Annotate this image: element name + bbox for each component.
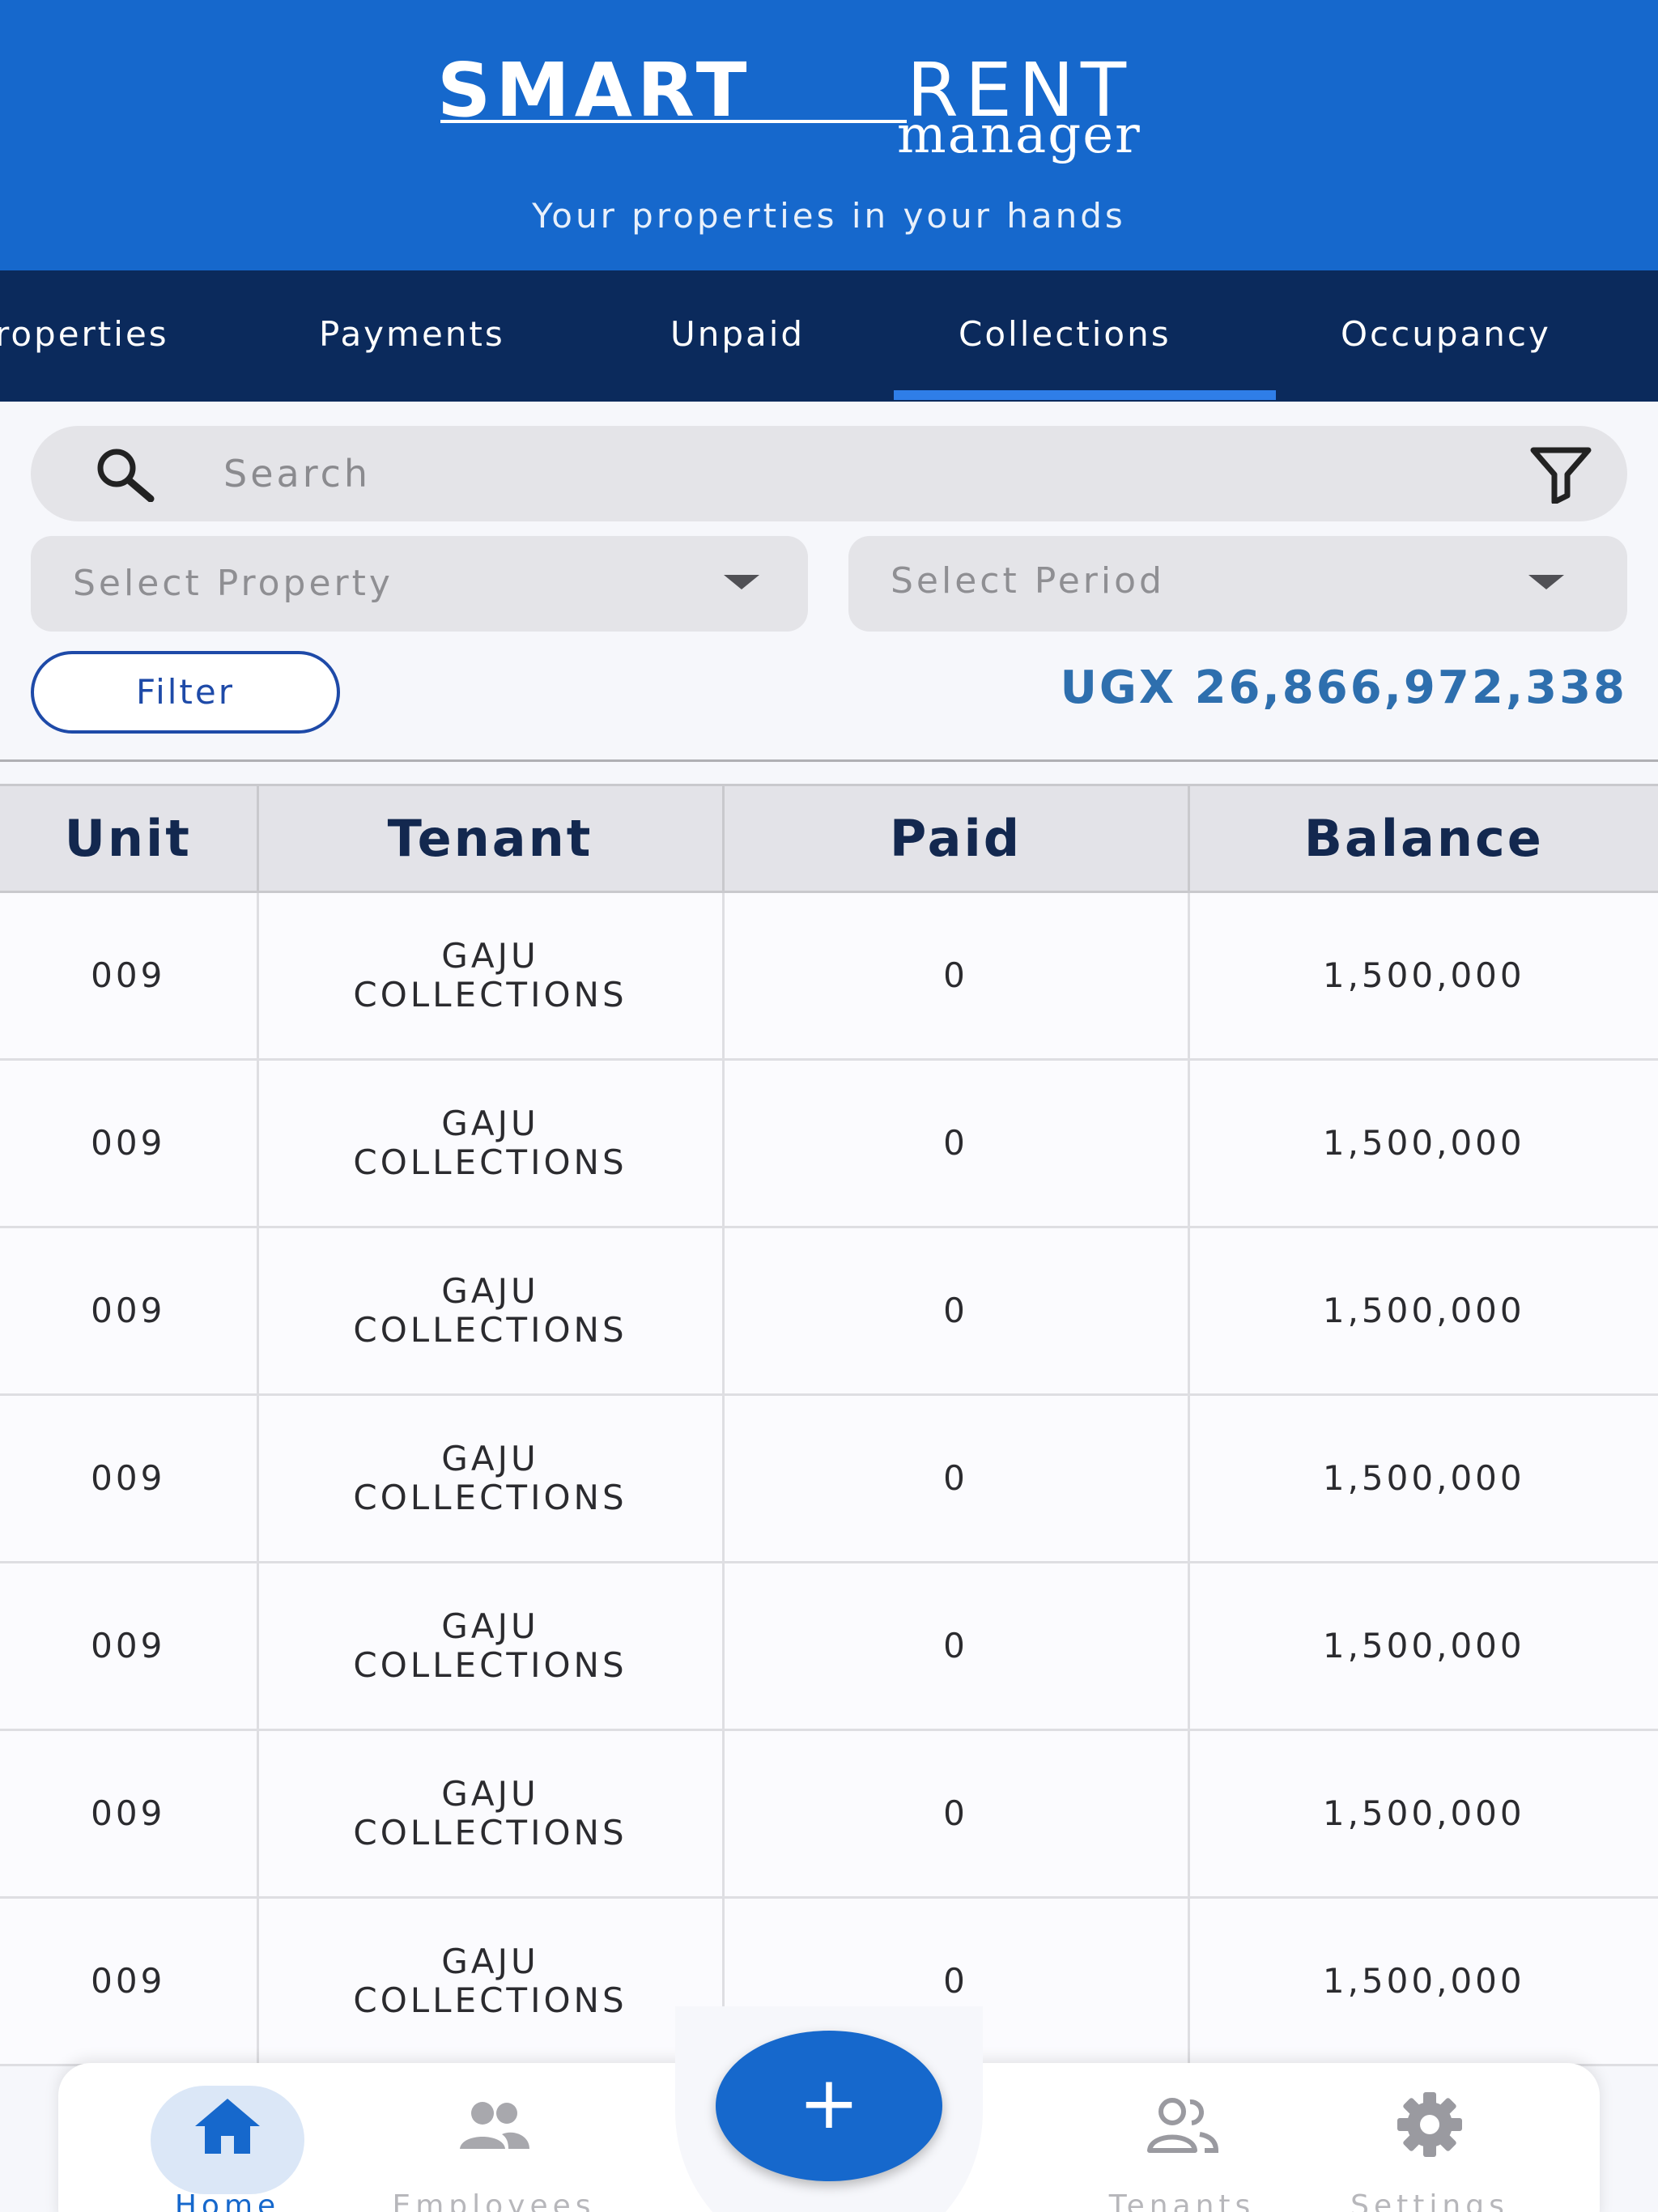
add-button[interactable]: +	[716, 2031, 942, 2181]
table-row[interactable]: 009 GAJU COLLECTIONS 0 1,500,000	[0, 1393, 1658, 1563]
chevron-down-icon	[724, 575, 759, 589]
tab-unpaid[interactable]: Unpaid	[670, 270, 805, 402]
section-divider	[0, 759, 1658, 762]
unit-cell: 009	[0, 1896, 259, 2066]
table-row[interactable]: 009 GAJU COLLECTIONS 0 1,500,000	[0, 1729, 1658, 1899]
logo-underline	[440, 120, 907, 123]
balance-cell: 1,500,000	[1187, 1058, 1658, 1228]
tenant-name-line2: COLLECTIONS	[353, 975, 627, 1015]
nav-home-label: Home	[174, 2189, 281, 2212]
tenant-name-line2: COLLECTIONS	[353, 1142, 627, 1182]
paid-cell: 0	[721, 1729, 1190, 1899]
tenants-icon	[1147, 2098, 1219, 2153]
balance-cell: 1,500,000	[1187, 1561, 1658, 1731]
gear-icon	[1397, 2092, 1462, 2157]
balance-cell: 1,500,000	[1187, 891, 1658, 1061]
nav-home[interactable]: Home	[122, 2087, 333, 2212]
nav-settings-label: Settings	[1350, 2189, 1509, 2212]
unit-cell: 009	[0, 1729, 259, 1899]
unit-cell: 009	[0, 1561, 259, 1731]
balance-cell: 1,500,000	[1187, 1896, 1658, 2066]
tagline: Your properties in your hands	[532, 196, 1126, 236]
smartrent-logo: SMART RENT manager	[437, 50, 1231, 164]
tab-collections[interactable]: Collections	[959, 270, 1171, 402]
filter-funnel-icon[interactable]	[1520, 445, 1601, 504]
nav-employees[interactable]: Employees	[389, 2087, 599, 2212]
home-icon	[195, 2099, 260, 2154]
tenant-name-line1: GAJU	[441, 1439, 539, 1478]
filter-button[interactable]: Filter	[31, 651, 340, 734]
search-icon	[97, 449, 155, 502]
table-row[interactable]: 009 GAJU COLLECTIONS 0 1,500,000	[0, 891, 1658, 1061]
column-header-tenant: Tenant	[256, 784, 725, 893]
tenant-name-line1: GAJU	[441, 1606, 539, 1646]
tenant-cell: GAJU COLLECTIONS	[256, 1393, 725, 1563]
app-screen: SMART RENT manager Your properties in yo…	[0, 0, 1658, 2212]
tenant-name-line1: GAJU	[441, 936, 539, 976]
table-row[interactable]: 009 GAJU COLLECTIONS 0 1,500,000	[0, 1058, 1658, 1228]
balance-cell: 1,500,000	[1187, 1226, 1658, 1396]
balance-cell: 1,500,000	[1187, 1729, 1658, 1899]
unit-cell: 009	[0, 891, 259, 1061]
app-header: SMART RENT manager Your properties in yo…	[0, 0, 1658, 270]
nav-tenants-label: Tenants	[1108, 2189, 1256, 2212]
balance-cell: 1,500,000	[1187, 1393, 1658, 1563]
column-header-balance: Balance	[1187, 784, 1658, 893]
collections-table: Unit Tenant Paid Balance 009 GAJU COLLECT…	[0, 784, 1658, 2066]
tenant-name-line2: COLLECTIONS	[353, 1478, 627, 1517]
table-header-row: Unit Tenant Paid Balance	[0, 784, 1658, 893]
tab-properties[interactable]: roperties	[0, 270, 169, 402]
tenant-name-line2: COLLECTIONS	[353, 1813, 627, 1853]
tab-bar: roperties Payments Unpaid Collections Oc…	[0, 270, 1658, 402]
period-select-label: Select Period	[891, 560, 1165, 602]
tenant-cell: GAJU COLLECTIONS	[256, 1729, 725, 1899]
tenant-cell: GAJU COLLECTIONS	[256, 1896, 725, 2066]
unit-cell: 009	[0, 1058, 259, 1228]
tenant-name-line1: GAJU	[441, 1271, 539, 1311]
nav-tenants[interactable]: Tenants	[1077, 2087, 1287, 2212]
logo-manager-text: manager	[897, 105, 1141, 165]
column-header-unit: Unit	[0, 784, 259, 893]
period-select[interactable]: Select Period	[848, 536, 1627, 632]
employees-icon	[460, 2102, 529, 2149]
tab-payments[interactable]: Payments	[319, 270, 505, 402]
column-header-paid: Paid	[721, 784, 1190, 893]
tab-occupancy[interactable]: Occupancy	[1341, 270, 1551, 402]
table-row[interactable]: 009 GAJU COLLECTIONS 0 1,500,000	[0, 1226, 1658, 1396]
active-tab-indicator	[894, 390, 1276, 400]
property-select[interactable]: Select Property	[31, 536, 808, 632]
tenant-cell: GAJU COLLECTIONS	[256, 1561, 725, 1731]
tenant-name-line2: COLLECTIONS	[353, 1645, 627, 1685]
paid-cell: 0	[721, 1393, 1190, 1563]
nav-settings[interactable]: Settings	[1324, 2087, 1535, 2212]
table-row[interactable]: 009 GAJU COLLECTIONS 0 1,500,000	[0, 1561, 1658, 1731]
collections-total: UGX 26,866,972,338	[1060, 661, 1627, 714]
tenant-cell: GAJU COLLECTIONS	[256, 891, 725, 1061]
property-select-label: Select Property	[73, 563, 393, 604]
tenant-name-line2: COLLECTIONS	[353, 1980, 627, 2020]
paid-cell: 0	[721, 1226, 1190, 1396]
paid-cell: 0	[721, 1561, 1190, 1731]
unit-cell: 009	[0, 1393, 259, 1563]
tenant-cell: GAJU COLLECTIONS	[256, 1058, 725, 1228]
search-input[interactable]	[223, 440, 1438, 507]
tenant-name-line1: GAJU	[441, 1942, 539, 1981]
unit-cell: 009	[0, 1226, 259, 1396]
tenant-name-line2: COLLECTIONS	[353, 1310, 627, 1350]
tenant-cell: GAJU COLLECTIONS	[256, 1226, 725, 1396]
chevron-down-icon	[1528, 575, 1564, 589]
tenant-name-line1: GAJU	[441, 1104, 539, 1143]
logo-smart-text: SMART	[437, 47, 752, 134]
nav-employees-label: Employees	[392, 2189, 596, 2212]
paid-cell: 0	[721, 1058, 1190, 1228]
tenant-name-line1: GAJU	[441, 1774, 539, 1814]
paid-cell: 0	[721, 891, 1190, 1061]
search-bar	[31, 426, 1627, 521]
